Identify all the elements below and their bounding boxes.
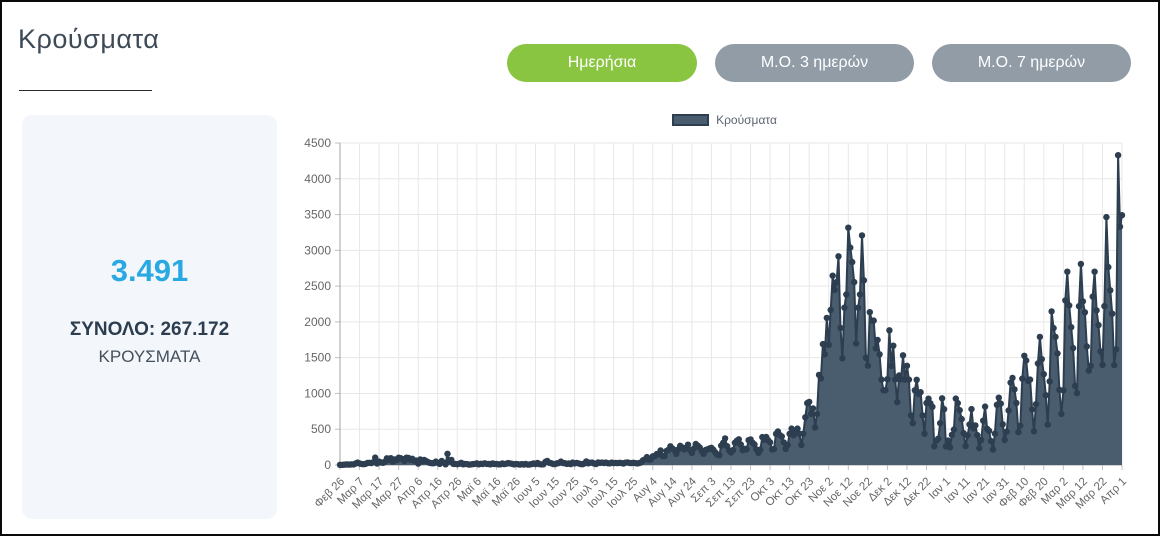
svg-text:0: 0: [324, 458, 331, 472]
svg-text:4500: 4500: [304, 136, 331, 150]
toggle-3day-average[interactable]: Μ.Ο. 3 ημερών: [715, 44, 914, 82]
total-cases-line: ΣΥΝΟΛΟ: 267.172: [70, 319, 229, 341]
chart-legend[interactable]: Κρούσματα: [302, 110, 1147, 130]
svg-text:3500: 3500: [304, 208, 331, 222]
toggle-daily[interactable]: Ημερήσια: [507, 44, 697, 82]
cases-panel: Κρούσματα Ημερήσια Μ.Ο. 3 ημερών Μ.Ο. 7 …: [0, 0, 1160, 536]
page-title: Κρούσματα: [18, 24, 159, 55]
title-underline: [19, 90, 152, 91]
latest-cases-value: 3.491: [111, 253, 189, 289]
legend-label: Κρούσματα: [716, 113, 777, 127]
svg-text:1500: 1500: [304, 351, 331, 365]
svg-text:1000: 1000: [304, 386, 331, 400]
legend-swatch-icon: [672, 114, 709, 126]
cases-chart: Κρούσματα 0 500 1000 1500 2000 2500 3000 3500 40…: [302, 110, 1147, 532]
cases-chart-canvas[interactable]: 050010001500200025003000350040004500Φεβ …: [302, 132, 1147, 532]
svg-text:3000: 3000: [304, 243, 331, 257]
summary-card: 3.491 ΣΥΝΟΛΟ: 267.172 ΚΡΟΥΣΜΑΤΑ: [22, 115, 277, 519]
total-cases-caption: ΚΡΟΥΣΜΑΤΑ: [99, 347, 201, 367]
svg-text:2500: 2500: [304, 279, 331, 293]
svg-text:2000: 2000: [304, 315, 331, 329]
toggle-7day-average[interactable]: Μ.Ο. 7 ημερών: [932, 44, 1131, 82]
view-toggle-group: Ημερήσια Μ.Ο. 3 ημερών Μ.Ο. 7 ημερών: [507, 44, 1131, 82]
svg-text:4000: 4000: [304, 172, 331, 186]
svg-text:500: 500: [311, 422, 331, 436]
